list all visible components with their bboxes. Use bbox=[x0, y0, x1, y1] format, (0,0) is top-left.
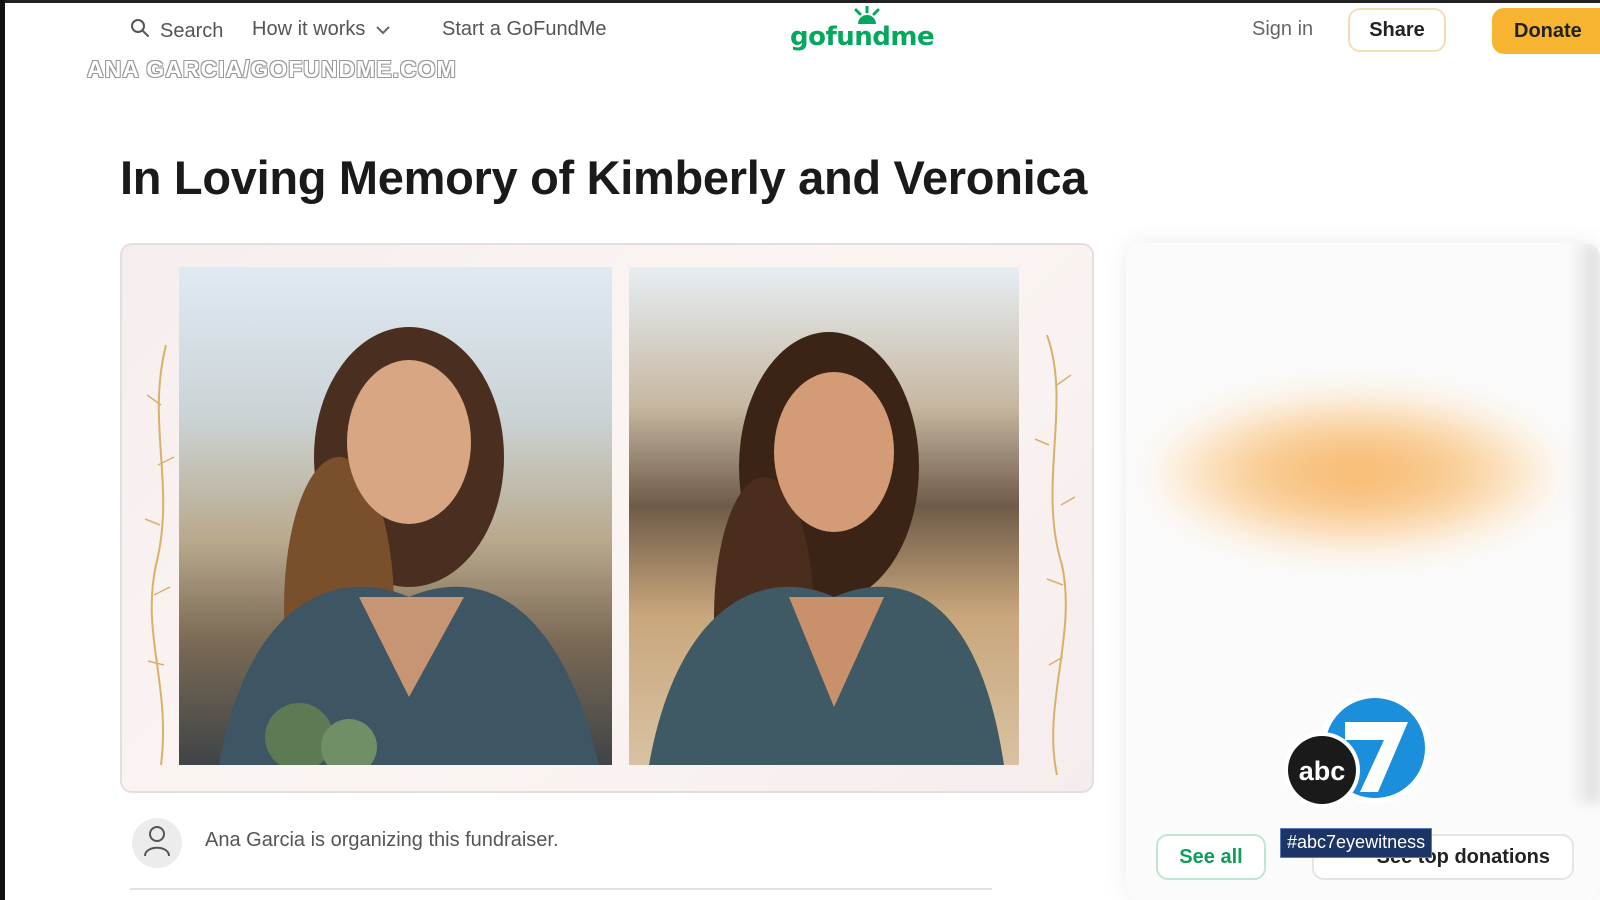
hero-image bbox=[120, 243, 1094, 793]
portrait-photo-kimberly bbox=[179, 267, 612, 765]
sidebar-edge-shadow bbox=[1570, 243, 1600, 803]
organizer-avatar bbox=[132, 818, 182, 868]
search-label: Search bbox=[160, 19, 224, 42]
blurred-progress-region bbox=[1156, 393, 1556, 553]
left-border bbox=[0, 0, 5, 900]
logo-text: gofundme bbox=[790, 22, 935, 52]
share-button[interactable]: Share bbox=[1348, 8, 1446, 52]
donate-button[interactable]: Donate bbox=[1492, 8, 1600, 54]
svg-text:abc: abc bbox=[1299, 756, 1346, 786]
portrait-photo-veronica bbox=[629, 267, 1019, 765]
site-header: Search How it works Start a GoFundMe gof… bbox=[0, 0, 1600, 64]
search-link[interactable]: Search bbox=[130, 18, 223, 44]
page-title: In Loving Memory of Kimberly and Veronic… bbox=[120, 151, 1088, 204]
source-watermark: ANA GARCIA/GOFUNDME.COM bbox=[87, 56, 457, 82]
section-divider bbox=[130, 888, 992, 890]
user-icon bbox=[143, 825, 171, 862]
how-it-works-label: How it works bbox=[252, 18, 366, 40]
see-all-button[interactable]: See all bbox=[1156, 834, 1266, 880]
organizer-text: Ana Garcia is organizing this fundraiser… bbox=[205, 829, 559, 851]
gofundme-logo[interactable]: gofundme bbox=[790, 6, 940, 56]
sign-in-link[interactable]: Sign in bbox=[1252, 18, 1313, 41]
search-icon bbox=[130, 18, 150, 44]
floral-vine-right bbox=[1034, 335, 1076, 775]
start-gofundme-link[interactable]: Start a GoFundMe bbox=[442, 18, 607, 41]
abc7-network-logo: abc bbox=[1284, 692, 1431, 808]
how-it-works-menu[interactable]: How it works bbox=[252, 18, 391, 41]
hashtag-label: #abc7eyewitness bbox=[1280, 828, 1433, 858]
chevron-down-icon bbox=[375, 18, 391, 41]
